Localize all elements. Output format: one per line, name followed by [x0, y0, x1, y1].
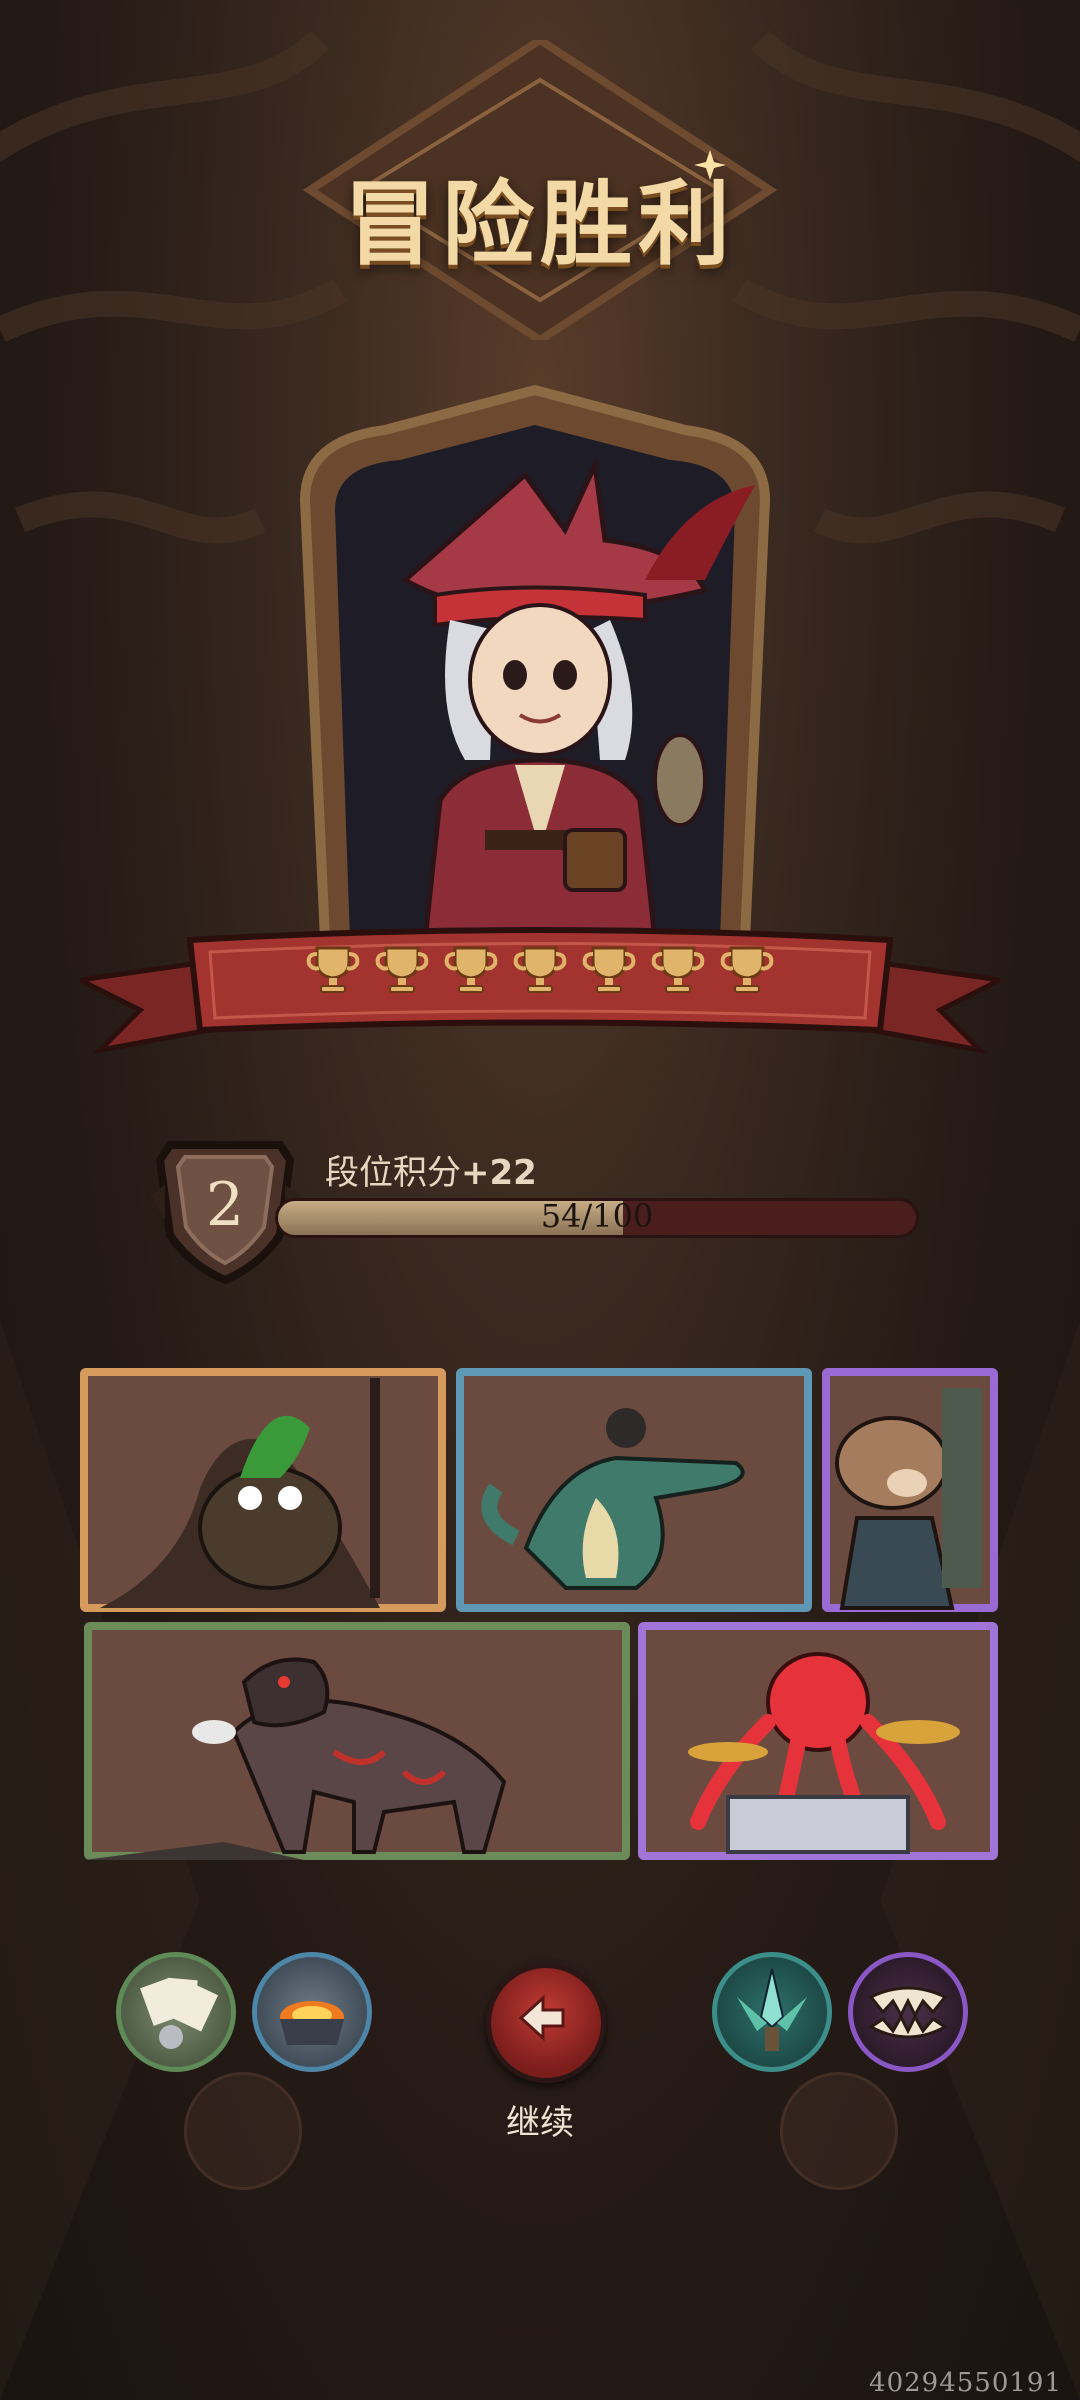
- green-blade-skill-icon: [737, 1968, 807, 2051]
- trophy-icon: [582, 946, 636, 993]
- octopus-drummer-art: [638, 1622, 998, 1860]
- continue-label: 继续: [506, 2103, 574, 2143]
- fire-cauldron-skill-button[interactable]: [252, 1952, 372, 2072]
- trophy-icon: [513, 946, 567, 993]
- card-hand-skill-icon: [140, 1977, 219, 2049]
- purple-fang-skill-icon: [868, 1986, 948, 2039]
- wildebeest-art: [84, 1622, 630, 1860]
- fire-cauldron-skill-icon: [280, 2001, 344, 2045]
- ribbon-banner: [80, 927, 1000, 1054]
- rank-points-label: 段位积分+22: [325, 1145, 537, 1194]
- trophy-row: [305, 940, 775, 1000]
- owl-shaman-card[interactable]: [80, 1368, 446, 1612]
- purple-fang-skill-button[interactable]: [848, 1952, 968, 2072]
- rat-miner-card[interactable]: [822, 1368, 998, 1612]
- trophy-icon: [444, 946, 498, 993]
- wildebeest-card[interactable]: [84, 1622, 630, 1860]
- card-hand-skill-button[interactable]: [116, 1952, 236, 2072]
- crocodile-card[interactable]: [456, 1368, 812, 1612]
- victory-title: 冒险胜利: [343, 171, 736, 278]
- trophy-icon: [720, 946, 774, 993]
- hero-portrait: [299, 384, 771, 940]
- octopus-drummer-card[interactable]: [638, 1622, 998, 1860]
- rat-miner-art: [822, 1368, 998, 1612]
- empty-skill-slot: [780, 2072, 898, 2190]
- trophy-icon: [306, 946, 360, 993]
- rank-points-gain: +22: [461, 1153, 537, 1193]
- footer-code: 40294550191: [869, 2368, 1062, 2398]
- continue-button[interactable]: [486, 1963, 606, 2083]
- rank-points-text: 段位积分: [325, 1153, 461, 1193]
- owl-shaman-art: [80, 1368, 446, 1612]
- arrow-left-icon: [518, 1994, 565, 2042]
- empty-skill-slot: [184, 2072, 302, 2190]
- crocodile-art: [456, 1368, 812, 1612]
- rank-progress-text: 54/100: [540, 1197, 654, 1235]
- trophy-icon: [651, 946, 705, 993]
- trophy-icon: [375, 946, 429, 993]
- rank-progress-panel: 2 段位积分+22 54/100: [150, 1125, 920, 1285]
- green-blade-skill-button[interactable]: [712, 1952, 832, 2072]
